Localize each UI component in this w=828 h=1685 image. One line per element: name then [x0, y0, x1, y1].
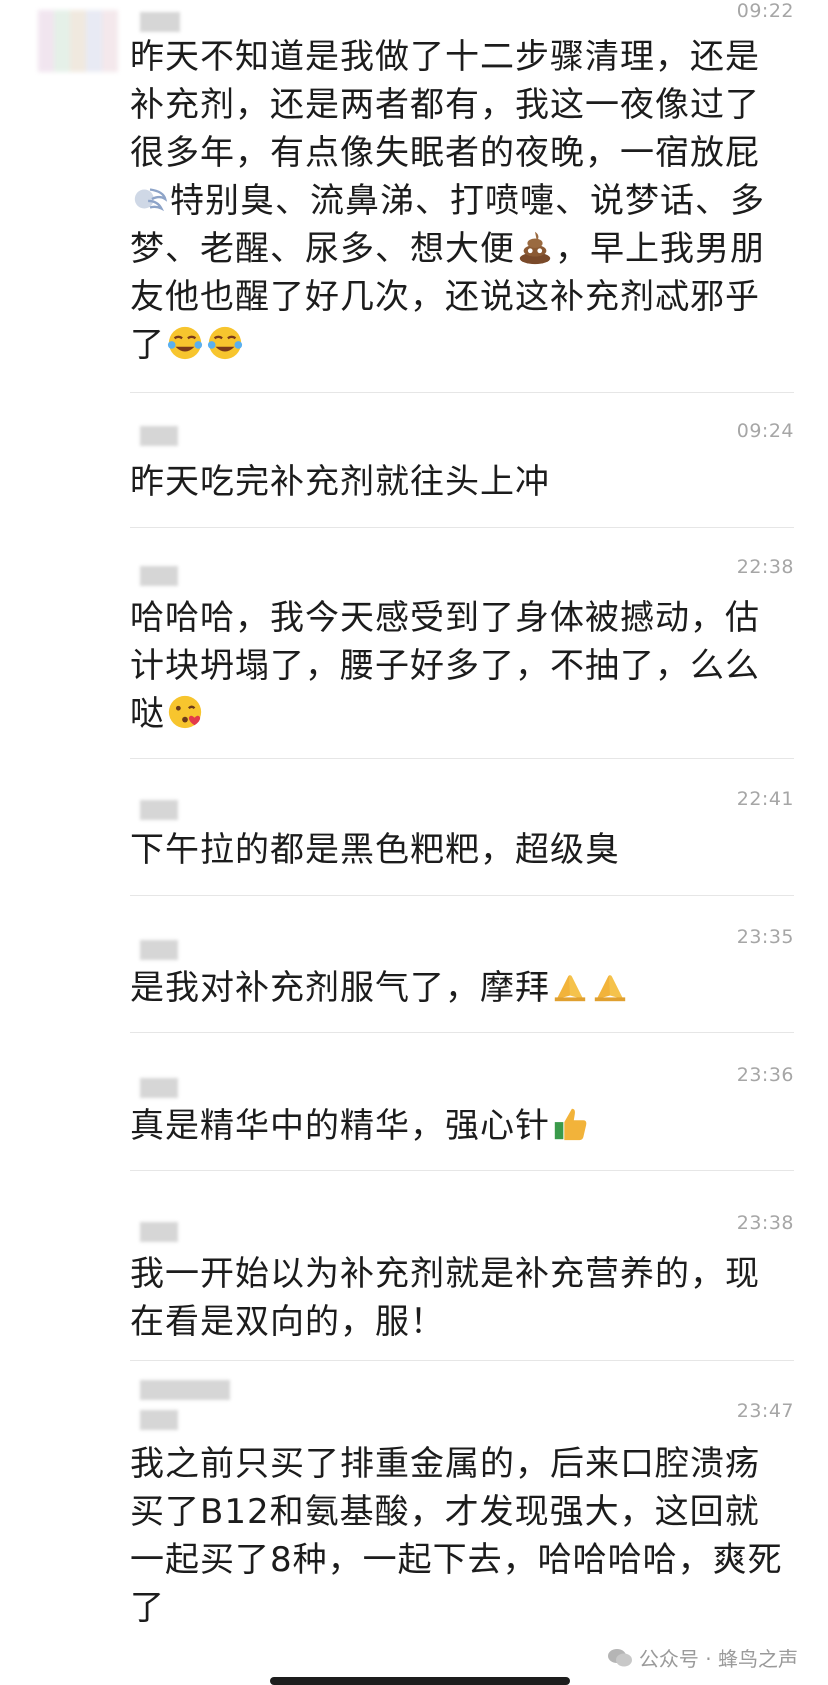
message-text: 昨天吃完补充剂就往头上冲	[130, 462, 550, 502]
message-divider	[130, 895, 794, 896]
message-time: 23:47	[736, 1400, 794, 1422]
home-indicator	[270, 1677, 570, 1685]
message-text: 我一开始以为补充剂就是补充营养的，现在看是双向的，服！	[130, 1254, 760, 1342]
message-time: 22:38	[736, 556, 794, 578]
sender-name-blurred	[140, 12, 180, 32]
sender-name-blurred	[140, 1380, 230, 1400]
message-text-part: 是我对补充剂服气了，摩拜	[130, 968, 550, 1008]
message-divider	[130, 1170, 794, 1171]
message-text-part: 哈哈哈，我今天感受到了身体被撼动，估计块坍塌了，腰子好多了，不抽了，么么哒	[130, 598, 760, 734]
message-divider	[130, 392, 794, 393]
avatar	[38, 10, 118, 72]
message-text-part: 真是精华中的精华，强心针	[130, 1106, 550, 1146]
message-time: 22:41	[736, 788, 794, 810]
praying-hands-icon	[594, 975, 626, 1002]
watermark: 公众号 · 蜂鸟之声	[607, 1643, 798, 1672]
message-text: 我之前只买了排重金属的，后来口腔溃疡买了B12和氨基酸，才发现强大，这回就一起买…	[130, 1444, 783, 1628]
message-time: 23:36	[736, 1064, 794, 1086]
message-text: 真是精华中的精华，强心针	[130, 1102, 790, 1150]
watermark-text: 公众号 · 蜂鸟之声	[638, 1647, 798, 1671]
praying-hands-icon	[554, 975, 586, 1002]
sender-name-blurred	[140, 800, 178, 820]
message-time: 09:24	[736, 420, 794, 442]
laughing-crying-icon	[207, 326, 243, 360]
wechat-icon	[607, 1648, 632, 1666]
kissing-face-icon	[168, 695, 202, 729]
message-time: 23:35	[736, 926, 794, 948]
sender-name-blurred	[140, 1078, 178, 1098]
sender-name-blurred	[140, 1222, 178, 1242]
thumbs-up-icon	[554, 1108, 587, 1141]
message-text: 昨天不知道是我做了十二步骤清理，还是补充剂，还是两者都有，我这一夜像过了很多年，…	[130, 33, 790, 369]
message-text: 哈哈哈，我今天感受到了身体被撼动，估计块坍塌了，腰子好多了，不抽了，么么哒	[130, 594, 790, 738]
message-text: 是我对补充剂服气了，摩拜	[130, 964, 790, 1012]
sender-name-blurred	[140, 566, 178, 586]
message-time: 23:38	[736, 1212, 794, 1234]
message-divider	[130, 1360, 794, 1361]
sender-name-blurred	[140, 426, 178, 446]
message-divider	[130, 758, 794, 759]
sender-name-blurred	[140, 940, 178, 960]
message-divider	[130, 527, 794, 528]
laughing-crying-icon	[167, 326, 203, 360]
wind-face-icon	[134, 188, 168, 212]
poop-icon	[519, 231, 551, 265]
message-divider	[130, 1032, 794, 1033]
sender-name-blurred	[140, 1410, 178, 1430]
message-text-part: 昨天不知道是我做了十二步骤清理，还是补充剂，还是两者都有，我这一夜像过了很多年，…	[130, 37, 760, 173]
message-time: 09:22	[736, 0, 794, 22]
message-text: 下午拉的都是黑色粑粑，超级臭	[130, 830, 620, 870]
